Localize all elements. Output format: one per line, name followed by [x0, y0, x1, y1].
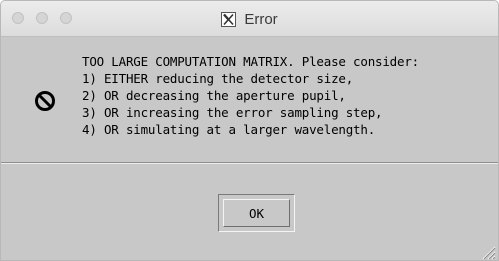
error-dialog-window: Error TOO LARGE COMPUTATION MATRIX. Plea… — [0, 0, 499, 261]
resize-grip-icon[interactable] — [480, 244, 496, 260]
window-title-group: Error — [1, 1, 498, 37]
title-bar[interactable]: Error — [1, 1, 498, 37]
default-button-frame: OK — [218, 194, 295, 232]
window-title: Error — [244, 10, 278, 28]
message-area: TOO LARGE COMPUTATION MATRIX. Please con… — [1, 37, 498, 162]
ok-button[interactable]: OK — [223, 199, 290, 227]
no-entry-icon — [35, 91, 55, 111]
error-message: TOO LARGE COMPUTATION MATRIX. Please con… — [82, 54, 419, 137]
x11-icon — [221, 11, 237, 27]
button-area: OK — [1, 164, 498, 260]
